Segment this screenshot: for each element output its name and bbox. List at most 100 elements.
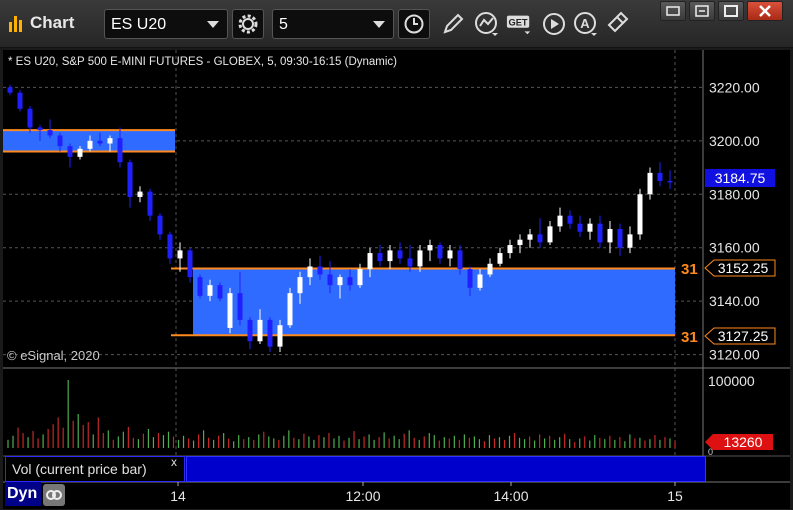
candle-body <box>157 215 163 235</box>
price-axis-label: 3160.00 <box>709 240 760 256</box>
candle-body <box>287 293 293 326</box>
settings-button[interactable] <box>232 9 264 39</box>
candle-body <box>647 172 653 195</box>
candle-body <box>487 263 493 275</box>
restore-button[interactable] <box>660 1 686 21</box>
candle-body <box>367 253 373 270</box>
zone-top-price-label: 3152.25 <box>718 260 769 276</box>
price-axis-label: 3200.00 <box>709 133 760 149</box>
replay-button[interactable] <box>541 11 567 37</box>
app-title: Chart <box>30 13 75 32</box>
time-axis-label: 14:00 <box>493 488 528 504</box>
svg-text:GET: GET <box>509 17 528 27</box>
candle-body <box>377 253 383 262</box>
candle-body <box>227 293 233 328</box>
gear-icon <box>238 14 258 34</box>
maximize-icon <box>724 5 738 17</box>
alert-button[interactable]: A <box>573 11 599 37</box>
last-volume-label: 13260 <box>724 434 763 450</box>
pencil-icon <box>443 13 464 34</box>
interval-dropdown[interactable]: 5 <box>272 9 394 39</box>
candle-body <box>327 274 333 286</box>
candle-body <box>567 215 573 224</box>
candle-body <box>407 258 413 267</box>
get-icon: GET <box>506 15 531 35</box>
get-data-button[interactable]: GET <box>506 11 532 37</box>
candle-body <box>277 325 283 347</box>
link-icon <box>607 11 629 33</box>
candle-body <box>237 293 243 320</box>
interval-clock-button[interactable] <box>398 9 430 39</box>
clock-icon <box>404 14 424 34</box>
support-zone <box>193 268 675 336</box>
candle-body <box>447 250 453 259</box>
dock-button[interactable] <box>689 1 715 21</box>
price-axis-label: 3120.00 <box>709 347 760 363</box>
candle-body <box>87 140 93 149</box>
copyright-text: © eSignal, 2020 <box>7 348 100 363</box>
candle-body <box>167 234 173 259</box>
candle-body <box>497 253 503 264</box>
candle-body <box>467 269 473 288</box>
chart-area[interactable]: 3220.00 3200.00 3180.00 3160.00 3140.00 3120.… <box>3 50 790 509</box>
candle-body <box>47 130 53 136</box>
link-button[interactable] <box>604 11 630 37</box>
candle-body <box>387 250 393 262</box>
price-axis-label: 3140.00 <box>709 293 760 309</box>
candle-body <box>437 245 443 259</box>
volume-axis-label: 100000 <box>708 373 755 389</box>
candle-body <box>7 87 13 93</box>
candle-body <box>247 319 253 342</box>
candle-body <box>217 285 223 299</box>
candle-body <box>547 226 553 243</box>
candle-body <box>337 277 343 286</box>
candle-body <box>67 146 73 157</box>
candle-body <box>477 274 483 288</box>
close-icon[interactable]: x <box>171 455 177 469</box>
candle-body <box>607 229 613 243</box>
candle-body <box>507 245 513 254</box>
candle-body <box>107 138 113 144</box>
candle-body <box>657 172 663 181</box>
candle-body <box>97 140 103 144</box>
indicator-bar[interactable] <box>186 456 706 482</box>
price-axis-label: 3180.00 <box>709 186 760 202</box>
candle-body <box>77 148 83 157</box>
time-axis-label: 12:00 <box>345 488 380 504</box>
candle-body <box>267 319 273 347</box>
candle-body <box>537 234 543 243</box>
zone-bottom-left-label: 31 <box>681 329 698 346</box>
candle-body <box>347 277 353 286</box>
restore-icon <box>666 6 680 16</box>
title-bar: Chart ES U20 5 GET A <box>0 0 793 48</box>
candle-body <box>307 266 313 278</box>
chart-canvas[interactable]: 3220.00 3200.00 3180.00 3160.00 3140.00 3120.… <box>3 50 790 509</box>
volume-axis-zero: 0 <box>708 447 713 457</box>
close-button[interactable] <box>747 1 783 21</box>
chart-app-icon <box>9 16 22 32</box>
candle-body <box>517 239 523 246</box>
alert-icon: A <box>574 12 597 36</box>
zone-bottom-price-label: 3127.25 <box>718 328 769 344</box>
candle-body <box>627 234 633 248</box>
candle-body <box>127 162 133 197</box>
candle-body <box>587 223 593 232</box>
candle-body <box>147 191 153 216</box>
candle-body <box>357 269 363 286</box>
symbol-dropdown[interactable]: ES U20 <box>104 9 228 39</box>
price-axis-label: 3220.00 <box>709 79 760 95</box>
maximize-button[interactable] <box>718 1 744 21</box>
candle-body <box>27 108 33 128</box>
chain-icon <box>46 490 62 500</box>
draw-tool-button[interactable] <box>440 11 466 37</box>
candle-body <box>577 223 583 232</box>
dynamic-button[interactable]: Dyn <box>5 482 41 506</box>
chart-style-button[interactable] <box>474 11 500 37</box>
candle-body <box>427 245 433 251</box>
candle-body <box>17 92 23 109</box>
candle-body <box>597 223 603 243</box>
candle-body <box>177 250 183 259</box>
time-axis-label: 14 <box>170 488 186 504</box>
link-symbol-button[interactable] <box>43 484 65 506</box>
volume-indicator-label[interactable]: Vol (current price bar) <box>5 456 185 482</box>
